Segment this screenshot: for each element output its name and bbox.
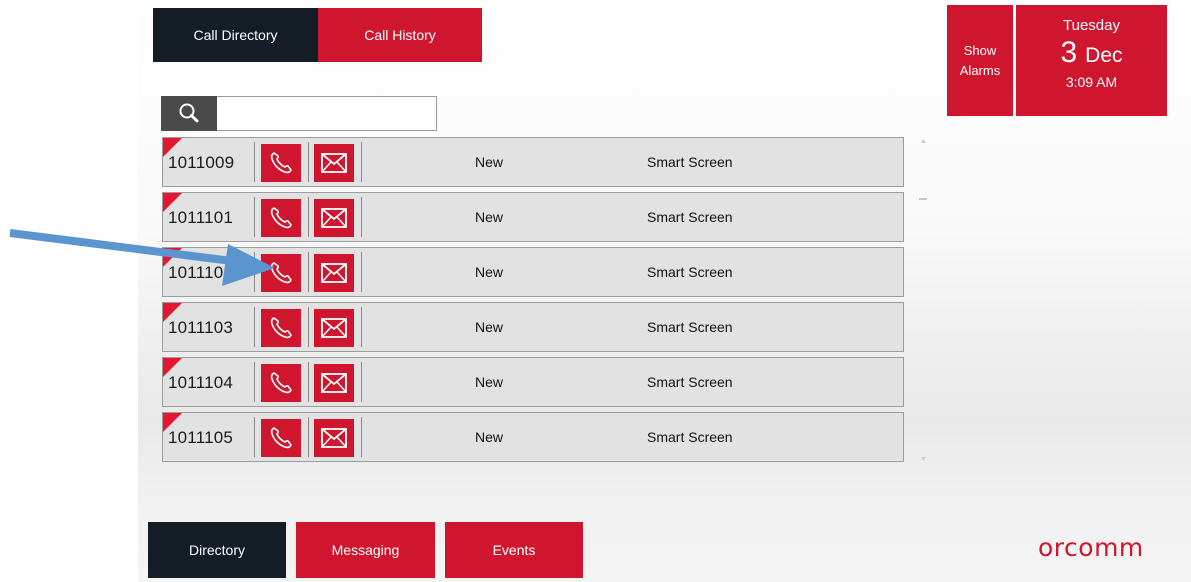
month-label: Dec [1085,44,1123,67]
row-divider [308,197,309,237]
row-status: New [475,374,504,390]
envelope-icon [319,316,349,340]
row-divider [361,252,362,292]
call-button[interactable] [261,364,301,402]
nav-events[interactable]: Events [445,522,583,578]
row-divider [254,307,255,347]
annotation-arrow-icon [9,229,275,286]
row-divider [308,417,309,457]
row-divider [361,307,362,347]
show-alarms-button[interactable]: Show Alarms [947,5,1013,116]
nav-messaging[interactable]: Messaging [296,522,435,578]
time-label: 3:09 AM [1065,74,1118,90]
envelope-icon [319,206,349,230]
row-status: New [475,319,504,335]
tab-call-history[interactable]: Call History [318,8,482,62]
show-alarms-label-line2: Alarms [959,62,1001,78]
row-divider [308,307,309,347]
envelope-icon [319,426,349,450]
phone-icon [268,370,294,396]
weekday-label: Tuesday [1063,17,1120,34]
row-divider [308,362,309,402]
list-scrollbar[interactable]: ▲ ▼ [918,138,927,464]
extension-number: 1011103 [168,318,234,337]
row-divider [361,362,362,402]
extension-number: 1011104 [168,373,234,392]
message-button[interactable] [314,419,354,457]
row-device-type: Smart Screen [647,264,733,280]
directory-row[interactable]: 1011105 New Smart Screen [162,412,904,462]
row-device-type: Smart Screen [647,319,733,335]
directory-row[interactable]: 1011104 New Smart Screen [162,357,904,407]
nav-directory-label: Directory [188,542,245,558]
message-button[interactable] [314,254,354,292]
row-divider [361,197,362,237]
call-button[interactable] [261,419,301,457]
orcomm-logo: orcomm [1038,533,1144,562]
show-alarms-label-line1: Show [963,42,997,58]
envelope-icon [319,261,349,285]
message-button[interactable] [314,144,354,182]
row-divider [254,362,255,402]
nav-messaging-label: Messaging [331,542,400,558]
message-button[interactable] [314,199,354,237]
row-divider [308,142,309,182]
nav-directory[interactable]: Directory [148,522,286,578]
directory-row[interactable]: 1011103 New Smart Screen [162,302,904,352]
row-divider [361,417,362,457]
phone-icon [268,315,294,341]
row-device-type: Smart Screen [647,429,733,445]
scroll-down-icon[interactable]: ▼ [920,456,927,463]
envelope-icon [319,371,349,395]
extension-number: 1011105 [168,428,234,447]
row-device-type: Smart Screen [647,374,733,390]
call-button[interactable] [261,309,301,347]
message-button[interactable] [314,309,354,347]
row-status: New [475,429,504,445]
tab-call-history-label: Call History [364,27,436,43]
row-status: New [475,264,504,280]
day-number: 3 [1060,36,1078,69]
message-button[interactable] [314,364,354,402]
date-display: 3 Dec [1060,36,1122,70]
scroll-thumb[interactable] [919,198,927,200]
phone-icon [268,425,294,451]
row-device-type: Smart Screen [647,154,733,170]
envelope-icon [319,151,349,175]
nav-events-label: Events [492,542,536,558]
row-status: New [475,209,504,225]
datetime-panel: Tuesday 3 Dec 3:09 AM [1016,5,1167,116]
row-divider [361,142,362,182]
scroll-up-icon[interactable]: ▲ [920,138,927,145]
row-divider [308,252,309,292]
row-divider [254,417,255,457]
row-status: New [475,154,504,170]
row-device-type: Smart Screen [647,209,733,225]
